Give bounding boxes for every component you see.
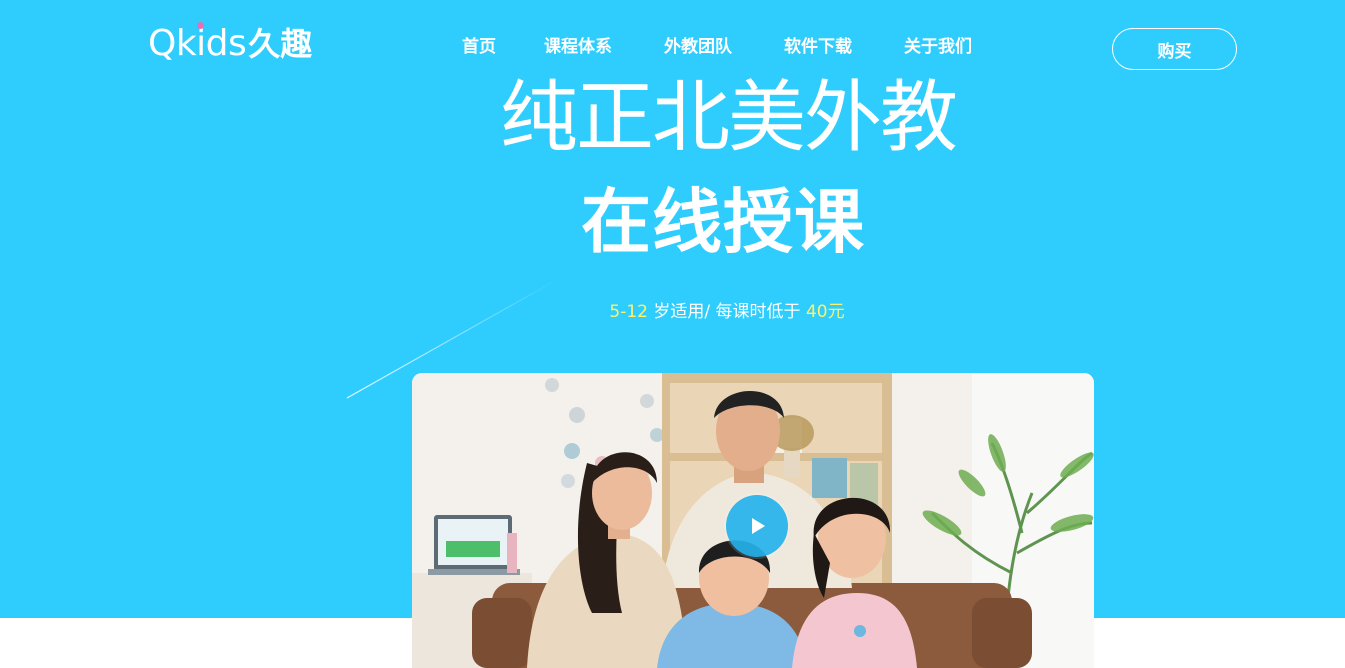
nav-item-teachers[interactable]: 外教团队 [638, 35, 758, 59]
brand-logo[interactable]: Qkids 久趣 [148, 22, 312, 66]
hero-tagline: 5-12 岁适用/ 每课时低于 40元 [0, 300, 1345, 324]
buy-button[interactable]: 购买 [1112, 28, 1237, 70]
logo-dot [197, 22, 204, 29]
nav-item-about[interactable]: 关于我们 [878, 35, 998, 59]
hero-subheadline: 在线授课 [581, 181, 865, 263]
price-highlight: 40元 [805, 302, 845, 322]
age-range: 5-12 [609, 302, 648, 322]
logo-wordmark: Qkids [148, 23, 247, 64]
logo-chinese: 久趣 [248, 25, 313, 63]
nav-item-curriculum[interactable]: 课程体系 [518, 35, 638, 59]
tagline-text: 岁适用/ 每课时低于 [648, 302, 806, 322]
hero-headline: 纯正北美外教 [499, 73, 958, 163]
nav-item-home[interactable]: 首页 [440, 35, 518, 59]
nav-item-download[interactable]: 软件下载 [758, 35, 878, 59]
play-icon [752, 518, 765, 534]
video-play-button[interactable] [726, 495, 788, 557]
main-nav: 首页 课程体系 外教团队 软件下载 关于我们 [440, 35, 998, 59]
